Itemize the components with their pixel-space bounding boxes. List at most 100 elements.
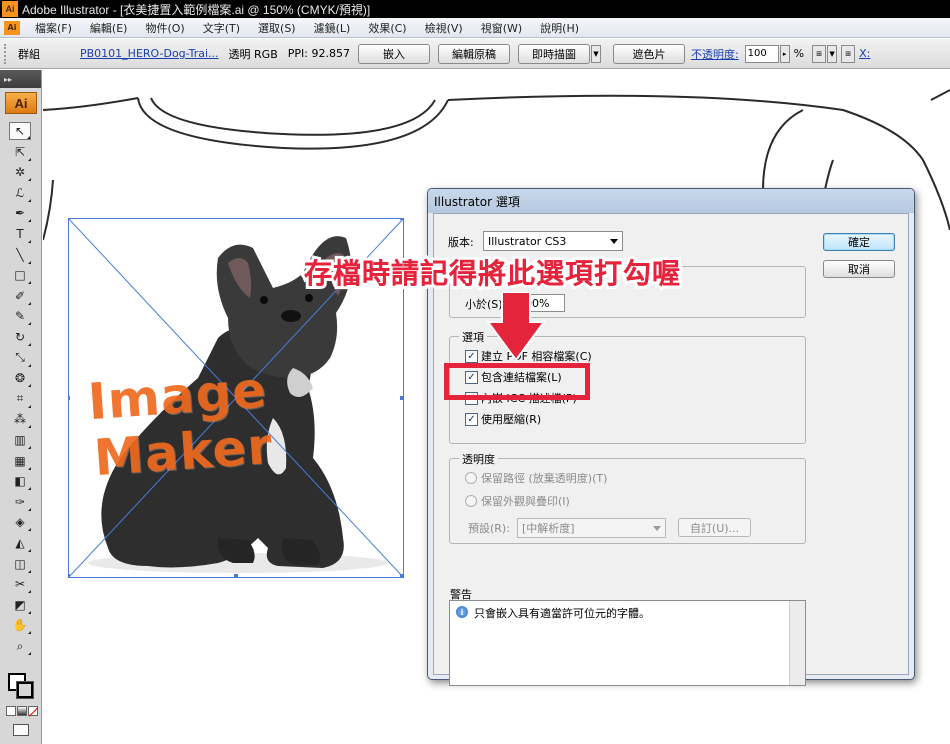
reference-point-icon[interactable]: ⊞ [812,44,827,63]
dialog-title[interactable]: Illustrator 選項 [428,189,914,213]
selection-type-label: 群組 [18,47,40,61]
slice-tool-icon[interactable]: ✂ [9,575,31,594]
lasso-tool-icon[interactable]: ℒ [9,184,31,202]
title-bar: Ai Adobe Illustrator - [衣美捷置入範例檔案.ai @ 1… [0,0,950,18]
preserve-paths-radio[interactable]: 保留路徑 (放棄透明度)(T) [465,470,607,486]
tool-flyout-indicator [28,301,31,305]
transparency-info: 透明 RGB [228,47,278,61]
type-tool-icon[interactable]: T [9,225,31,243]
line-tool-icon[interactable]: ╲ [9,246,31,264]
tool-flyout-indicator [28,631,31,635]
scale-tool-icon[interactable]: ⤡ [9,349,31,367]
checkmark-icon: ✓ [465,412,478,426]
live-trace-button[interactable]: 即時描圖 [517,43,590,64]
free-transform-tool-icon[interactable]: ⌗ [9,390,31,408]
blend-tool-icon[interactable]: ◈ [9,513,31,532]
tool-flyout-indicator [28,281,31,285]
paintbrush-tool-icon[interactable]: ✐ [9,287,31,305]
reference-point-menu-icon[interactable]: ▼ [827,44,838,63]
tool-flyout-indicator [28,240,31,243]
x-coordinate-label[interactable]: X: [859,47,870,60]
menu-file[interactable]: 檔案(F) [26,20,81,36]
menu-object[interactable]: 物件(O) [136,20,193,36]
version-label: 版本: [448,236,474,249]
menu-view[interactable]: 檢視(V) [416,20,472,36]
radio-dot [465,495,477,507]
rotate-tool-icon[interactable]: ↻ [9,328,31,346]
tools-panel-header[interactable]: ▸▸ [0,70,41,88]
opacity-label-link[interactable]: 不透明度: [691,46,739,62]
menu-edit[interactable]: 編輯(E) [81,20,137,36]
warning-scrollbar[interactable] [789,601,805,685]
tool-flyout-indicator [28,322,31,326]
transform-grid-icon[interactable]: ⊞ [841,44,856,63]
tool-flyout-indicator [28,404,31,408]
column-graph-tool-icon[interactable]: ▥ [9,431,31,449]
window-title: Adobe Illustrator - [衣美捷置入範例檔案.ai @ 150%… [22,2,371,17]
tool-flyout-indicator [28,549,31,552]
menu-select[interactable]: 選取(S) [249,20,305,36]
screen-mode-icon[interactable] [13,724,29,736]
mask-button[interactable]: 遮色片 [612,43,685,64]
illustrator-menu-icon[interactable]: Ai [4,20,20,35]
live-trace-options-icon[interactable]: ▼ [590,44,601,63]
eraser-tool-icon[interactable]: ◩ [9,596,31,614]
options-group-title: 選項 [459,329,487,345]
annotation-text: 存檔時請記得將此選項打勾喔 [304,257,682,290]
menu-filter[interactable]: 濾鏡(L) [305,20,360,36]
tool-flyout-indicator [28,466,31,470]
edit-original-button[interactable]: 編輯原稿 [437,43,510,64]
tool-flyout-indicator [28,446,31,449]
fill-stroke-swatch-icon[interactable] [8,673,34,699]
pencil-tool-icon[interactable]: ✎ [9,307,31,326]
version-select[interactable]: Illustrator CS3 [483,231,623,251]
tool-flyout-indicator [28,198,31,202]
preset-value: [中解析度] [522,522,575,535]
opacity-arrow-icon[interactable]: ▸ [779,44,790,63]
cancel-button[interactable]: 取消 [823,260,895,278]
gradient-tool-icon[interactable]: ◧ [9,472,31,491]
tool-flyout-indicator [27,136,30,139]
preserve-appearance-radio[interactable]: 保留外觀與疊印(I) [465,493,570,509]
use-compression-checkbox[interactable]: ✓ 使用壓縮(R) [465,411,541,427]
menu-window[interactable]: 視窗(W) [472,20,531,36]
control-bar: 群組 PB0101_HERO-Dog-Trai... 透明 RGB PPI: 9… [0,39,950,69]
menu-bar: Ai 檔案(F) 編輯(E) 物件(O) 文字(T) 選取(S) 濾鏡(L) 效… [0,18,950,38]
tool-flyout-indicator [28,569,31,573]
control-bar-grip[interactable] [4,43,10,64]
mesh-tool-icon[interactable]: ▦ [9,452,31,470]
preset-label: 預設(R): [468,522,510,535]
live-paint-selection-tool-icon[interactable]: ◫ [9,555,31,573]
magic-wand-tool-icon[interactable]: ✲ [9,163,31,182]
version-value: Illustrator CS3 [488,234,567,248]
illustrator-app-icon: Ai [2,1,18,17]
hand-tool-icon[interactable]: ✋ [9,616,31,635]
preserve-appearance-label: 保留外觀與疊印(I) [481,495,570,508]
linked-file-link[interactable]: PB0101_HERO-Dog-Trai... [80,47,219,60]
direct-selection-tool-icon[interactable]: ⇱ [9,143,31,161]
opacity-input[interactable]: 100 [744,44,779,63]
opacity-percent: % [793,47,805,60]
ok-button[interactable]: 確定 [823,233,895,251]
pen-tool-icon[interactable]: ✒ [9,204,31,223]
eyedropper-tool-icon[interactable]: ✑ [9,493,31,511]
menu-type[interactable]: 文字(T) [194,20,249,36]
color-mode-icons[interactable] [6,706,39,718]
tools-panel: ▸▸ Ai ↖ ⇱ ✲ ℒ ✒ T ╲ □ ✐ ✎ ↻ ⤡ ❂ ⌗ ⁂ ▥ ▦ ◧ ✑ ◈ ◭ ◫ ✂ ◩ ✋ ⌕ [0,70,42,744]
preset-select[interactable]: [中解析度] [517,518,666,538]
menu-help[interactable]: 說明(H) [531,20,588,36]
illustrator-window: Ai Adobe Illustrator - [衣美捷置入範例檔案.ai @ 1… [0,0,950,744]
zoom-tool-icon[interactable]: ⌕ [9,637,31,655]
menu-effect[interactable]: 效果(C) [359,20,415,36]
custom-button[interactable]: 自訂(U)... [678,518,751,537]
tool-flyout-indicator [28,219,31,223]
selection-tool-icon[interactable]: ↖ [9,122,31,140]
rectangle-tool-icon[interactable]: □ [9,266,31,285]
tool-flyout-indicator [28,507,31,511]
symbol-sprayer-tool-icon[interactable]: ⁂ [9,410,31,429]
embed-button[interactable]: 嵌入 [357,43,430,64]
tool-flyout-indicator [28,343,31,346]
tool-flyout-indicator [28,178,31,182]
live-paint-bucket-tool-icon[interactable]: ◭ [9,534,31,552]
warp-tool-icon[interactable]: ❂ [9,369,31,388]
